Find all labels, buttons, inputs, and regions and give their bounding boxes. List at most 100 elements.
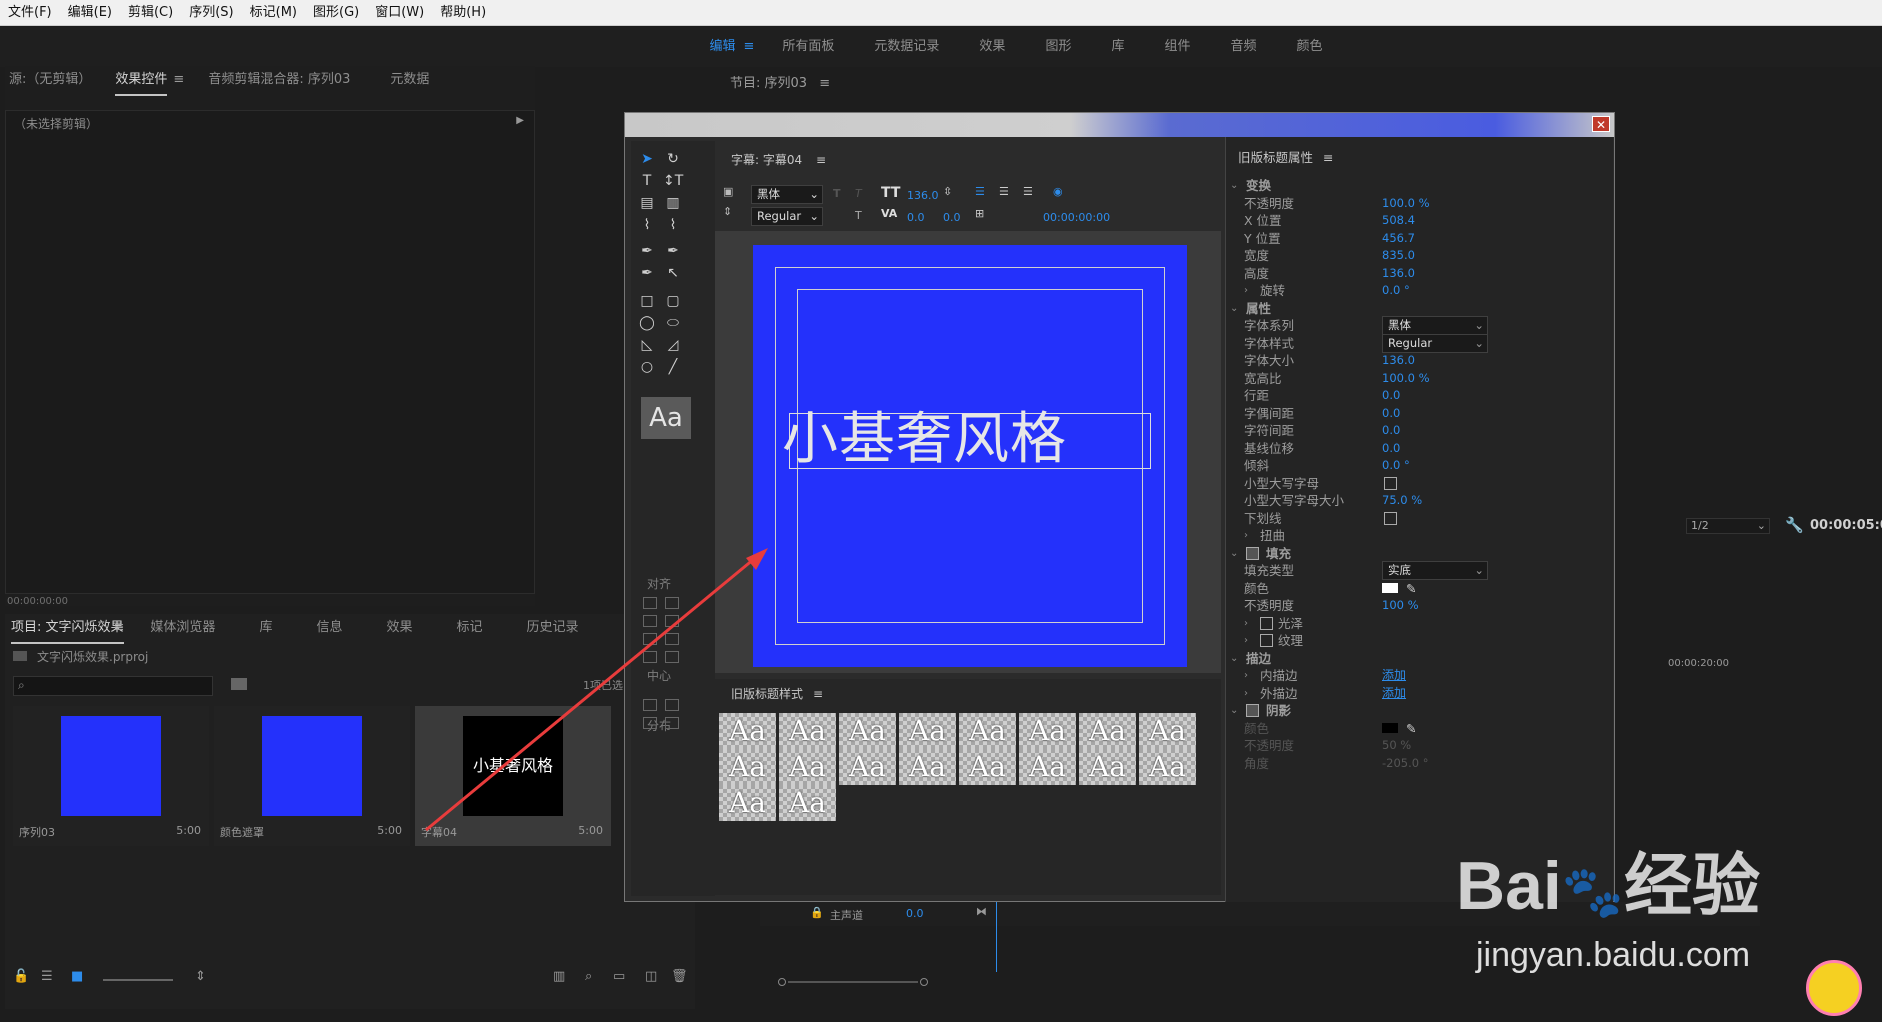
workspace-menu-icon[interactable]: ≡ [743, 39, 754, 54]
icon-view-icon[interactable]: ■ [71, 969, 83, 984]
wedge-tool-icon[interactable]: ◺ [637, 337, 657, 353]
property-checkbox[interactable] [1260, 616, 1273, 630]
vertical-type-tool-icon[interactable]: ↕T [663, 173, 683, 189]
list-view-icon[interactable]: ☰ [41, 969, 53, 984]
workspace-tab[interactable]: 音频 [1230, 27, 1256, 67]
italic-icon[interactable]: T [855, 187, 862, 200]
style-swatch[interactable]: Aa [1079, 749, 1136, 785]
scroll-start-handle[interactable] [778, 978, 786, 986]
bold-icon[interactable]: T [833, 187, 841, 200]
collapse-arrow-icon[interactable]: ▶ [516, 115, 524, 126]
font-style-select[interactable]: Regular ⌄ [751, 207, 823, 226]
property-checkbox[interactable] [1260, 634, 1273, 647]
project-tab[interactable]: 信息 [316, 614, 342, 642]
panel-menu-icon[interactable]: ≡ [813, 687, 823, 701]
menu-item[interactable]: 剪辑(C) [120, 0, 181, 26]
style-swatch[interactable]: Aa [839, 749, 896, 785]
panel-menu-icon[interactable]: ≡ [173, 72, 184, 87]
align-right-icon[interactable]: ☰ [1023, 185, 1033, 198]
automate-icon[interactable]: ▥ [553, 969, 565, 984]
lock-icon[interactable]: 🔒 [810, 906, 824, 919]
convert-anchor-tool-icon[interactable]: ↖ [663, 265, 683, 281]
lock-icon[interactable]: 🔓 [13, 969, 29, 984]
project-tab[interactable]: 效果 [386, 614, 412, 642]
style-swatch[interactable]: Aa [1139, 713, 1196, 749]
font-size-value[interactable]: 136.0 [907, 189, 939, 202]
menu-item[interactable]: 序列(S) [181, 0, 241, 26]
menu-item[interactable]: 文件(F) [0, 0, 60, 26]
title-canvas[interactable]: 小基奢风格 [753, 245, 1187, 667]
workspace-tab[interactable]: 颜色 [1297, 27, 1323, 67]
project-tab[interactable]: 项目: 文字闪烁效果 [11, 614, 124, 644]
menu-item[interactable]: 帮助(H) [432, 0, 494, 26]
title-text[interactable]: 小基奢风格 [782, 408, 1067, 472]
zoom-select[interactable]: 1/2 ⌄ [1686, 518, 1770, 534]
style-swatch[interactable]: Aa [1019, 749, 1076, 785]
tab-stops-icon[interactable]: ⊞ [975, 207, 984, 220]
workspace-tab[interactable]: 图形 [1045, 27, 1071, 67]
style-swatch[interactable]: Aa [899, 749, 956, 785]
style-swatch[interactable]: Aa [899, 713, 956, 749]
search-input[interactable]: ⌕ [13, 676, 213, 696]
rounded-corner-rect-icon[interactable]: ⬭ [663, 315, 683, 331]
align-center-icon[interactable]: ☰ [999, 185, 1009, 198]
panel-menu-icon[interactable]: ≡ [114, 620, 125, 635]
menu-item[interactable]: 标记(M) [242, 0, 305, 26]
zoom-slider[interactable] [103, 979, 173, 981]
template-icon[interactable]: ▣ [723, 185, 733, 198]
new-folder-icon[interactable]: ▭ [613, 969, 625, 984]
section-checkbox[interactable] [1246, 704, 1259, 717]
workspace-tab[interactable]: 效果 [979, 27, 1005, 67]
leading-value[interactable]: 0.0 [943, 211, 961, 224]
workspace-tab[interactable]: 库 [1111, 27, 1124, 67]
sort-icon[interactable]: ⇕ [195, 969, 206, 984]
style-swatch[interactable]: Aa [779, 749, 836, 785]
panel-menu-icon[interactable]: ≡ [816, 153, 826, 167]
style-swatch[interactable]: Aa [959, 713, 1016, 749]
source-tab[interactable]: 效果控件 [115, 66, 168, 96]
color-swatch[interactable] [1382, 722, 1398, 733]
project-tab[interactable]: 库 [259, 614, 272, 642]
roll-crawl-icon[interactable]: ⇕ [723, 205, 732, 218]
menu-item[interactable]: 窗口(W) [367, 0, 432, 26]
close-icon[interactable]: ✕ [1592, 116, 1610, 132]
new-item-icon[interactable]: ◫ [645, 969, 657, 984]
scroll-thumb[interactable] [788, 981, 918, 983]
arc-tool-icon[interactable]: ◿ [663, 337, 683, 353]
rectangle-tool-icon[interactable]: □ [637, 293, 657, 309]
panel-menu-icon[interactable]: ≡ [1323, 150, 1333, 165]
vertical-path-type-tool-icon[interactable]: ⌇ [663, 217, 683, 233]
font-select[interactable]: 黑体 ⌄ [751, 185, 823, 204]
style-preview-aa[interactable]: Aa [641, 397, 691, 439]
menu-item[interactable]: 编辑(E) [60, 0, 120, 26]
vertical-area-type-tool-icon[interactable]: ▥ [663, 195, 683, 211]
project-item[interactable]: 序列03 5:00 [13, 706, 209, 846]
background-timecode[interactable]: 00:00:00:00 [1043, 211, 1110, 224]
workspace-tab[interactable]: 编辑 [709, 27, 735, 67]
show-video-icon[interactable]: ◉ [1053, 185, 1063, 198]
trash-icon[interactable]: 🗑 [671, 969, 688, 984]
track-volume[interactable]: 0.0 [906, 907, 924, 920]
text-bounding-box[interactable]: 小基奢风格 [782, 408, 1151, 472]
workspace-tab[interactable]: 所有面板 [782, 27, 834, 67]
path-type-tool-icon[interactable]: ⌇ [637, 217, 657, 233]
wrench-icon[interactable]: 🔧 [1785, 516, 1804, 534]
clipped-corner-rect-icon[interactable]: ◯ [637, 315, 657, 331]
underline-icon[interactable]: T [855, 209, 862, 222]
line-tool-icon[interactable]: ╱ [663, 359, 683, 375]
property-value[interactable]: -205.0 ° [1382, 753, 1428, 774]
color-swatch[interactable] [1382, 582, 1398, 593]
property-checkbox[interactable] [1384, 511, 1397, 525]
menu-item[interactable]: 图形(G) [305, 0, 367, 26]
find-icon[interactable]: ⌕ [585, 969, 592, 984]
style-swatch[interactable]: Aa [779, 713, 836, 749]
style-swatch[interactable]: Aa [1139, 749, 1196, 785]
style-swatch[interactable]: Aa [1019, 713, 1076, 749]
new-bin-icon[interactable] [231, 678, 247, 690]
source-tab[interactable]: 源:（无剪辑） [9, 66, 91, 94]
area-type-tool-icon[interactable]: ▤ [637, 195, 657, 211]
rounded-rectangle-tool-icon[interactable]: ▢ [663, 293, 683, 309]
section-checkbox[interactable] [1246, 546, 1259, 560]
selection-tool-icon[interactable]: ➤ [637, 151, 657, 167]
rotation-tool-icon[interactable]: ↻ [663, 151, 683, 167]
